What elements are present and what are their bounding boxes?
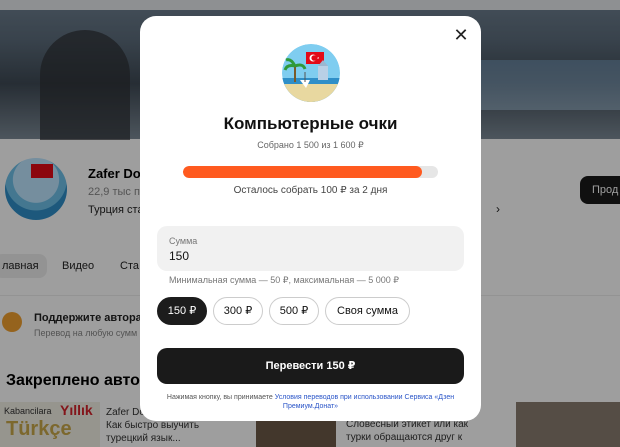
donate-modal: ✕ Компьютерные очки Собрано 1 500 из 1 6… [140, 16, 481, 421]
collected-amount: Собрано 1 500 из 1 600 ₽ [257, 140, 364, 150]
chip-150[interactable]: 150 ₽ [157, 297, 207, 325]
amount-field[interactable]: Сумма [157, 226, 464, 271]
transfer-button[interactable]: Перевести 150 ₽ [157, 348, 464, 384]
amount-limits: Минимальная сумма — 50 ₽, максимальная —… [169, 275, 400, 285]
terms-text: Нажимая кнопку, вы принимаете Условия пе… [166, 394, 455, 410]
fundraiser-title: Компьютерные очки [223, 114, 398, 133]
progress-bar [183, 166, 438, 178]
fundraiser-avatar [282, 44, 340, 102]
terms-link[interactable]: Условия переводов при использовании Серв… [275, 394, 454, 410]
chip-500[interactable]: 500 ₽ [269, 297, 319, 325]
chip-300[interactable]: 300 ₽ [213, 297, 263, 325]
close-icon[interactable]: ✕ [452, 26, 470, 44]
amount-label: Сумма [169, 236, 198, 246]
remaining-amount: Осталось собрать 100 ₽ за 2 дня [233, 185, 388, 196]
chip-custom-amount[interactable]: Своя сумма [325, 297, 410, 325]
progress-fill [183, 166, 423, 178]
amount-input[interactable] [169, 248, 449, 264]
